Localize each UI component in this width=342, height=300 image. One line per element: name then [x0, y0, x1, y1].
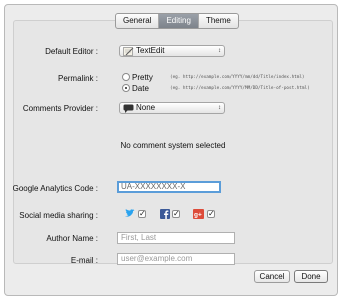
comments-provider-popup[interactable]: None ↕ — [119, 102, 225, 114]
preferences-window: General Editing Theme Default Editor : T… — [4, 4, 338, 296]
comments-provider-label: Comments Provider : — [22, 104, 98, 113]
author-name-placeholder: First, Last — [121, 233, 157, 242]
popup-arrows-icon: ↕ — [218, 48, 221, 54]
google-analytics-input[interactable]: UA-XXXXXXXX-X — [117, 181, 221, 193]
editing-panel: Default Editor : TextEdit ↕ Permalink : … — [12, 20, 333, 265]
default-editor-label: Default Editor : — [45, 47, 98, 56]
permalink-pretty-example: (eg. http://example.com/YYYY/mm/dd/Title… — [170, 75, 305, 80]
email-input[interactable]: user@example.com — [117, 253, 235, 265]
default-editor-value: TextEdit — [136, 46, 165, 55]
facebook-checkbox[interactable]: ✓ — [172, 210, 180, 218]
author-name-label: Author Name : — [46, 234, 98, 243]
author-name-input[interactable]: First, Last — [117, 232, 235, 244]
done-button[interactable]: Done — [294, 270, 328, 283]
permalink-pretty-radio[interactable] — [122, 73, 130, 81]
twitter-bird-icon — [124, 209, 135, 221]
email-label: E-mail : — [70, 256, 98, 265]
google-plus-checkbox[interactable]: ✓ — [207, 210, 215, 218]
textedit-icon — [123, 47, 134, 59]
email-placeholder: user@example.com — [121, 254, 193, 263]
permalink-date-label[interactable]: Date — [132, 84, 149, 93]
permalink-pretty-label[interactable]: Pretty — [132, 73, 153, 82]
default-editor-popup[interactable]: TextEdit ↕ — [119, 45, 225, 57]
tab-editing[interactable]: Editing — [159, 14, 199, 28]
speech-bubble-icon — [123, 104, 134, 116]
popup-arrows-icon: ↕ — [218, 105, 221, 111]
no-comment-message: No comment system selected — [120, 141, 226, 150]
google-analytics-placeholder: UA-XXXXXXXX-X — [121, 182, 186, 191]
tab-bar: General Editing Theme — [115, 13, 239, 29]
comments-provider-value: None — [136, 103, 156, 112]
facebook-icon — [160, 209, 170, 221]
twitter-checkbox[interactable]: ✓ — [138, 210, 146, 218]
permalink-label: Permalink : — [57, 74, 98, 83]
social-sharing-label: Social media sharing : — [19, 211, 98, 220]
permalink-date-radio[interactable] — [122, 84, 130, 92]
cancel-button[interactable]: Cancel — [254, 270, 290, 283]
svg-text:g+: g+ — [194, 212, 202, 219]
google-analytics-label: Google Analytics Code : — [12, 184, 98, 193]
tab-general[interactable]: General — [116, 14, 160, 28]
permalink-date-example: (eg. http://example.com/YYYY/MM/DD/Title… — [170, 86, 310, 91]
tab-theme[interactable]: Theme — [199, 14, 238, 28]
google-plus-icon: g+ — [193, 209, 204, 221]
